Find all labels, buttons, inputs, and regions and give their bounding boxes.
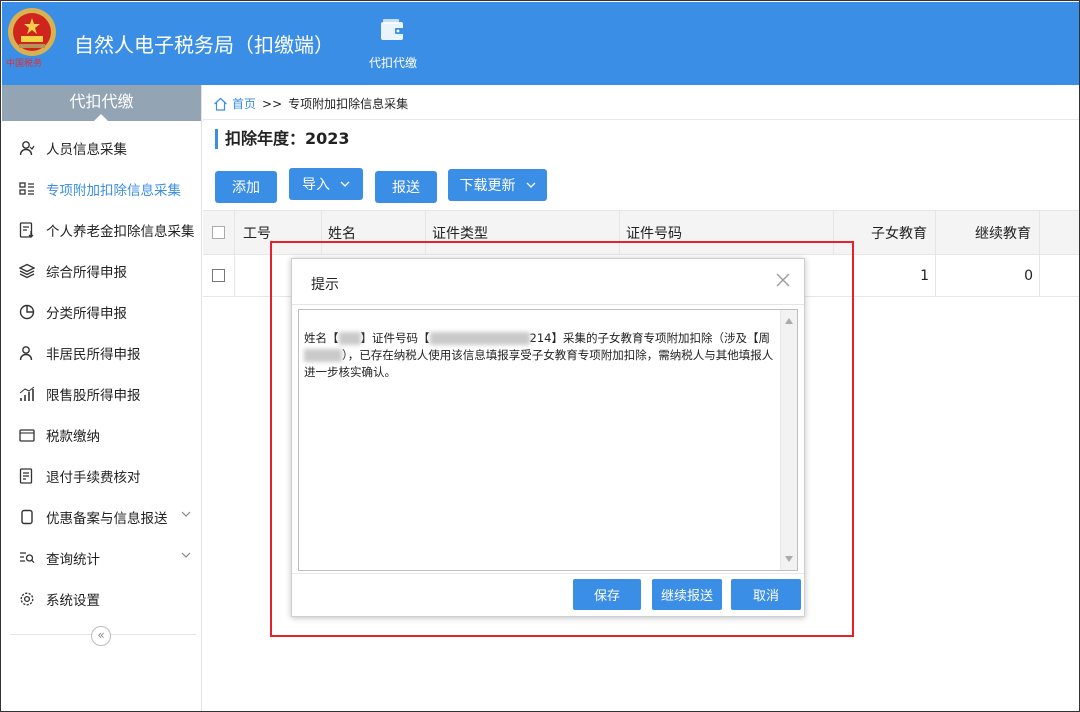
list-icon: [18, 180, 36, 198]
row-checkbox[interactable]: [212, 269, 225, 282]
sidebar-heading: 代扣代缴: [2, 85, 201, 121]
sidebar-item-preferential-filing[interactable]: 优惠备案与信息报送: [2, 496, 201, 537]
layers-icon: [18, 262, 36, 280]
emblem-caption: 中国税务: [6, 59, 43, 69]
dialog-message: 姓名【 】证件号码【 214】采集的子女教育专项附加扣除（涉及【周 ），已存在纳税人使…: [304, 330, 776, 381]
home-icon: [214, 97, 227, 111]
import-dropdown-button[interactable]: 导入: [289, 168, 363, 200]
select-all-checkbox[interactable]: [212, 226, 225, 239]
sidebar-item-tax-payment[interactable]: 税款缴纳: [2, 414, 201, 455]
sidebar-item-label: 限售股所得申报: [46, 387, 141, 404]
scroll-up-arrow-icon[interactable]: [785, 318, 793, 324]
sidebar-item-comprehensive-income[interactable]: 综合所得申报: [2, 250, 201, 291]
copy-icon: [18, 508, 36, 526]
deduction-year-title: 扣除年度：2023: [215, 129, 350, 149]
sidebar-item-label: 查询统计: [46, 551, 100, 568]
chevron-down-icon: [340, 181, 350, 187]
sidebar-item-label: 个人养老金扣除信息采集: [46, 223, 195, 240]
collapse-sidebar-button[interactable]: «: [91, 626, 111, 646]
doc-check-icon: [18, 467, 36, 485]
app-window: 中国税务 自然人电子税务局（扣缴端） 代扣代缴 代扣代缴 人员信息采集 专项附加…: [0, 0, 1080, 712]
breadcrumb-divider: [203, 119, 1079, 120]
cancel-button[interactable]: 取消: [731, 579, 801, 610]
scroll-down-arrow-icon[interactable]: [785, 556, 793, 562]
sidebar: 代扣代缴 人员信息采集 专项附加扣除信息采集 个人养老金扣除信息采集 综合所得申…: [2, 85, 202, 711]
person-outline-icon: [18, 344, 36, 362]
sidebar-item-settings[interactable]: 系统设置: [2, 578, 201, 619]
person-icon: [18, 139, 36, 157]
sidebar-item-label: 优惠备案与信息报送: [46, 510, 168, 527]
add-button[interactable]: 添加: [215, 171, 277, 203]
redacted-child-name: [304, 349, 342, 362]
dialog-footer-divider: [292, 573, 804, 574]
redacted-id-number: [429, 332, 530, 345]
document-download-icon: [18, 221, 36, 239]
message-part: 】证件号码【: [360, 331, 430, 345]
sidebar-item-refund-check[interactable]: 退付手续费核对: [2, 455, 201, 496]
sidebar-item-special-deduction[interactable]: 专项附加扣除信息采集: [2, 168, 201, 209]
national-emblem-icon: [8, 8, 56, 56]
chevron-down-icon: [181, 552, 191, 558]
dialog-scrollbar[interactable]: [780, 310, 797, 570]
message-part: 姓名【: [304, 331, 339, 345]
message-part: 214】采集的子女教育专项附加扣除（涉及【周: [529, 331, 770, 345]
continue-button-label: 继续报送: [660, 589, 713, 604]
submit-button[interactable]: 报送: [375, 171, 437, 203]
close-icon[interactable]: [774, 271, 792, 289]
row-checkbox-cell: [203, 255, 235, 296]
search-list-icon: [18, 549, 36, 567]
sidebar-item-nonresident[interactable]: 非居民所得申报: [2, 332, 201, 373]
app-title: 自然人电子税务局（扣缴端）: [74, 33, 334, 57]
breadcrumb-separator: >>: [262, 96, 283, 111]
column-header[interactable]: 继续教育: [936, 211, 1040, 254]
submit-button-label: 报送: [392, 180, 420, 196]
continuing-education-cell: 0: [936, 255, 1040, 296]
sidebar-item-label: 非居民所得申报: [46, 346, 141, 363]
sidebar-menu: 人员信息采集 专项附加扣除信息采集 个人养老金扣除信息采集 综合所得申报 分类所…: [2, 121, 201, 619]
nav-tile-label: 代扣代缴: [368, 56, 417, 70]
dialog-message-box: 姓名【 】证件号码【 214】采集的子女教育专项附加扣除（涉及【周 ），已存在纳税人使…: [298, 309, 798, 571]
sidebar-item-classified-income[interactable]: 分类所得申报: [2, 291, 201, 332]
download-button-label: 下载更新: [459, 178, 516, 194]
top-header: 中国税务 自然人电子税务局（扣缴端） 代扣代缴: [2, 2, 1079, 85]
sidebar-item-label: 退付手续费核对: [46, 469, 141, 486]
breadcrumb: 首页 >> 专项附加扣除信息采集: [213, 95, 408, 112]
save-button[interactable]: 保存: [573, 579, 641, 610]
add-button-label: 添加: [232, 180, 260, 196]
breadcrumb-current: 专项附加扣除信息采集: [288, 97, 409, 111]
sidebar-item-label: 系统设置: [46, 592, 100, 609]
chevron-down-icon: [526, 182, 535, 188]
redacted-name: [338, 332, 361, 345]
sidebar-item-personnel[interactable]: 人员信息采集: [2, 127, 201, 168]
message-part: ），已存在纳税人使用该信息填报享受子女教育专项附加扣除，需纳税人与其他填报人进一…: [304, 348, 774, 379]
sidebar-item-label: 综合所得申报: [46, 264, 127, 281]
download-update-dropdown-button[interactable]: 下载更新: [448, 169, 547, 201]
dialog-title-divider: [292, 304, 804, 305]
dialog-title: 提示: [311, 277, 339, 293]
sidebar-item-label: 专项附加扣除信息采集: [46, 182, 181, 199]
bar-signal-icon: [18, 385, 36, 403]
folder-icon: [18, 426, 36, 444]
pie-chart-icon: [18, 303, 36, 321]
sidebar-item-query-stats[interactable]: 查询统计: [2, 537, 201, 578]
sidebar-item-label: 人员信息采集: [46, 141, 127, 158]
header-checkbox-cell: [203, 211, 235, 254]
sidebar-item-restricted-shares[interactable]: 限售股所得申报: [2, 373, 201, 414]
nav-tile-withholding[interactable]: 代扣代缴: [354, 18, 432, 78]
save-button-label: 保存: [593, 589, 620, 604]
import-button-label: 导入: [302, 177, 330, 193]
chevron-down-icon: [181, 511, 191, 517]
breadcrumb-home-link[interactable]: 首页: [232, 95, 256, 112]
prompt-dialog: 提示 姓名【 】证件号码【 214】采集的子女教育专项附加扣除（涉及【周 ），已存在纳…: [291, 258, 805, 617]
wallet-icon: [381, 19, 404, 40]
cancel-button-label: 取消: [752, 589, 779, 604]
sidebar-item-pension[interactable]: 个人养老金扣除信息采集: [2, 209, 201, 250]
sidebar-item-label: 税款缴纳: [46, 428, 100, 445]
sidebar-item-label: 分类所得申报: [46, 305, 127, 322]
continue-submit-button[interactable]: 继续报送: [652, 579, 722, 610]
gear-icon: [18, 590, 36, 608]
